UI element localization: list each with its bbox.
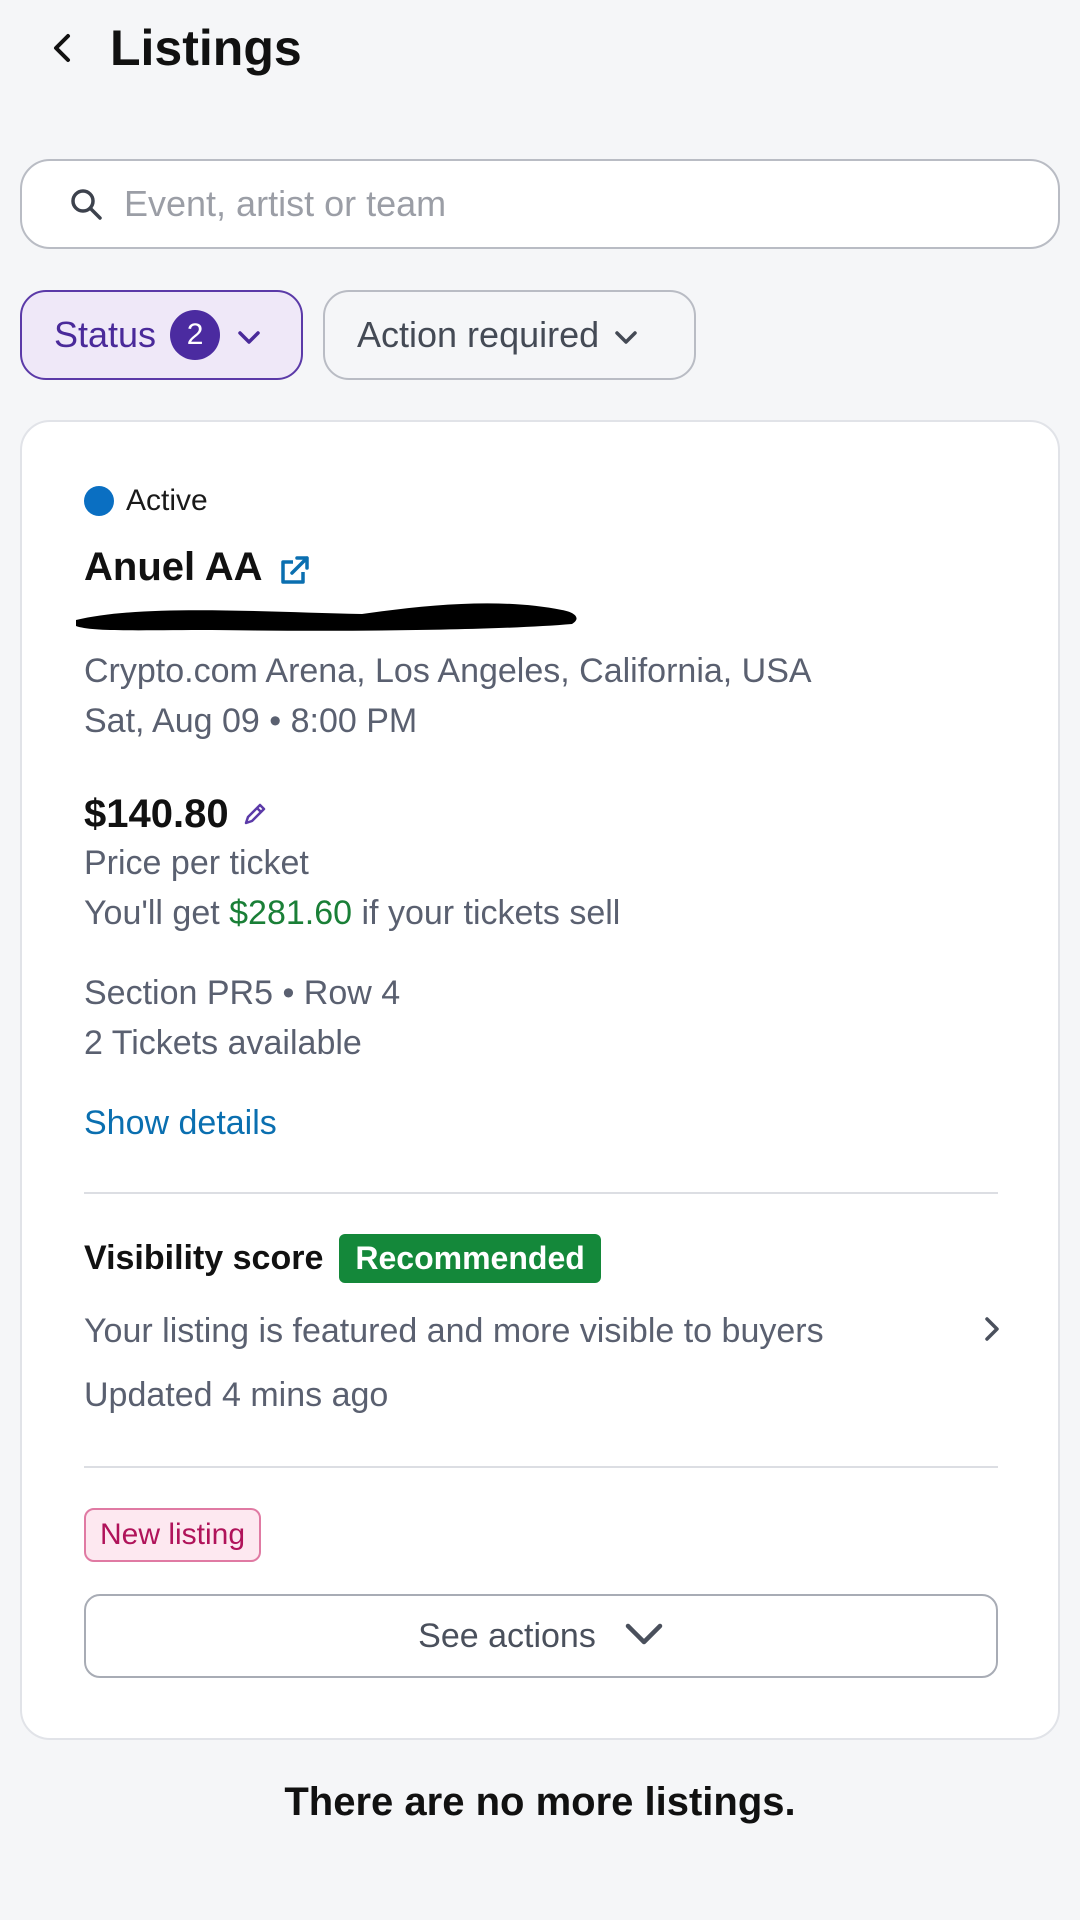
section-row-text: Section PR5 • Row 4 bbox=[84, 974, 401, 1012]
pencil-icon[interactable] bbox=[241, 800, 269, 833]
status-indicator: Active bbox=[84, 484, 208, 518]
see-actions-button[interactable]: See actions bbox=[84, 1594, 998, 1678]
external-link-icon[interactable] bbox=[277, 552, 313, 593]
show-details-link[interactable]: Show details bbox=[84, 1104, 277, 1143]
chevron-down-icon bbox=[613, 314, 639, 356]
event-datetime: Sat, Aug 09 • 8:00 PM bbox=[84, 702, 418, 740]
action-required-filter-button[interactable]: Action required bbox=[323, 290, 696, 380]
divider bbox=[84, 1192, 998, 1194]
updated-time-text: Updated 4 mins ago bbox=[84, 1376, 389, 1414]
visibility-score-label: Visibility score bbox=[84, 1239, 324, 1277]
visibility-score-row: Visibility score Recommended bbox=[84, 1234, 601, 1283]
tickets-available-text: 2 Tickets available bbox=[84, 1024, 362, 1062]
search-input[interactable] bbox=[124, 183, 1024, 225]
chevron-down-icon bbox=[236, 314, 262, 356]
event-name: Anuel AA bbox=[84, 545, 263, 589]
visibility-description: Your listing is featured and more visibl… bbox=[84, 1311, 824, 1350]
payout-prefix: You'll get bbox=[84, 894, 230, 932]
chevron-down-icon bbox=[624, 1617, 664, 1656]
back-arrow-icon bbox=[50, 30, 74, 71]
status-filter-button[interactable]: Status 2 bbox=[20, 290, 303, 380]
venue-text: Crypto.com Arena, Los Angeles, Californi… bbox=[84, 652, 812, 690]
status-text: Active bbox=[126, 484, 208, 517]
redaction-scribble bbox=[76, 603, 577, 631]
payout-amount: $281.60 bbox=[229, 894, 353, 932]
price-row: $140.80 bbox=[84, 792, 269, 837]
no-more-listings-message: There are no more listings. bbox=[284, 1780, 796, 1824]
search-icon bbox=[66, 184, 106, 224]
see-actions-label: See actions bbox=[418, 1616, 596, 1655]
price-per-ticket-label: Price per ticket bbox=[84, 844, 309, 882]
payout-suffix: if your tickets sell bbox=[352, 894, 621, 932]
event-title-row: Anuel AA bbox=[84, 542, 313, 593]
price-value: $140.80 bbox=[84, 792, 229, 836]
search-bar[interactable] bbox=[20, 159, 1060, 249]
chevron-right-icon bbox=[980, 1313, 1004, 1350]
back-button[interactable] bbox=[40, 22, 84, 78]
divider bbox=[84, 1466, 998, 1468]
header: Listings bbox=[0, 0, 1080, 100]
action-required-label: Action required bbox=[357, 314, 600, 355]
new-listing-badge: New listing bbox=[84, 1508, 262, 1562]
status-dot bbox=[84, 486, 114, 516]
status-filter-label: Status bbox=[54, 314, 157, 355]
recommended-badge: Recommended bbox=[339, 1234, 601, 1283]
payout-text: You'll get $281.60 if your tickets sell bbox=[84, 894, 620, 933]
visibility-description-row[interactable]: Your listing is featured and more visibl… bbox=[84, 1306, 1004, 1356]
status-count-badge: 2 bbox=[170, 310, 221, 360]
page-title: Listings bbox=[110, 20, 302, 76]
listing-card: Active Anuel AA Crypto.com Arena, Los An… bbox=[20, 420, 1060, 1740]
